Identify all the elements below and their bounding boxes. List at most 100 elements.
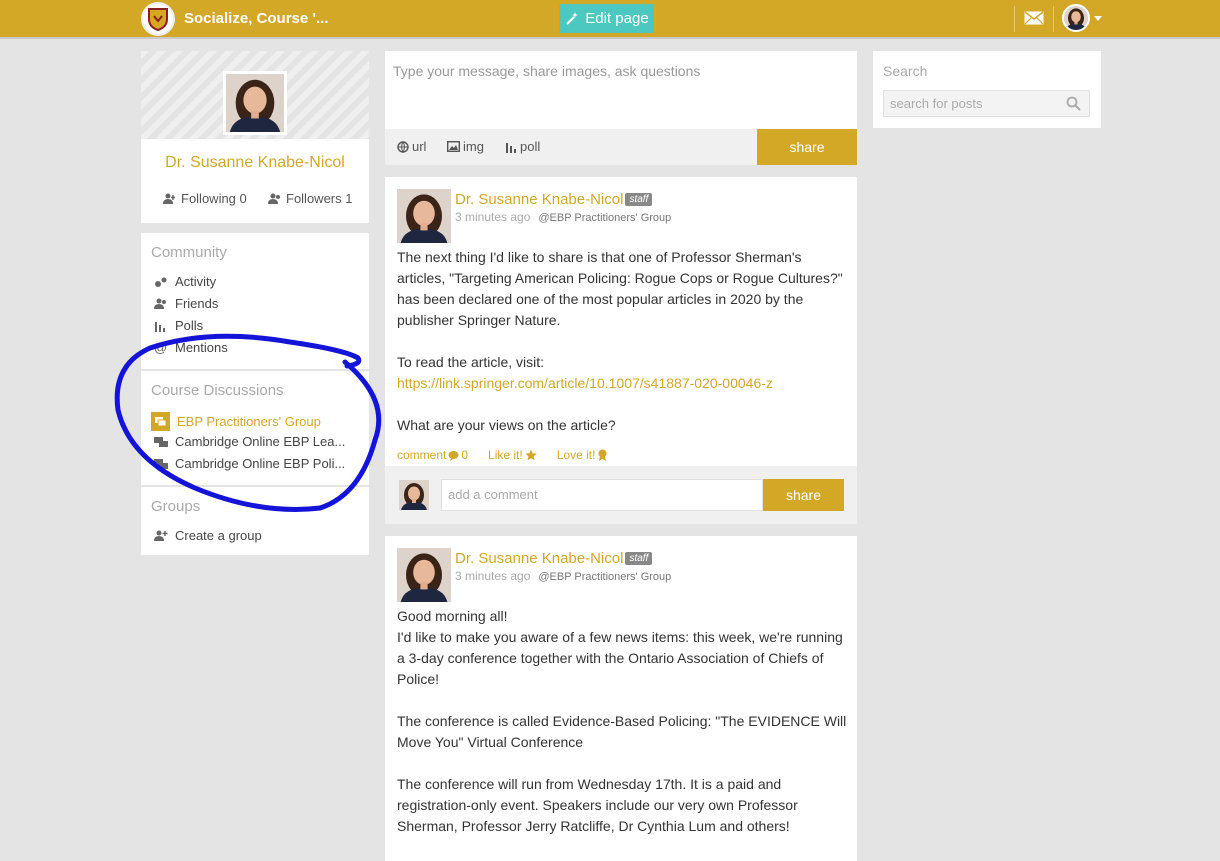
comment-area: add a comment share (385, 466, 857, 524)
search-icon[interactable] (1066, 96, 1081, 111)
site-title[interactable]: Socialize, Course '... (184, 10, 328, 27)
add-user-icon (154, 530, 168, 541)
following-link[interactable]: Following 0 (163, 191, 247, 206)
discussion-ebp-practitioners[interactable]: EBP Practitioners' Group (151, 412, 321, 431)
post-composer: Type your message, share images, ask que… (385, 51, 857, 165)
chat-bubbles-icon (151, 412, 170, 431)
discussion-cambridge-policing[interactable]: Cambridge Online EBP Poli... (154, 456, 345, 471)
user-avatar[interactable] (1062, 4, 1090, 32)
article-link[interactable]: https://link.springer.com/article/10.100… (397, 375, 773, 391)
navigation-card: Community Activity Friends Polls @ Menti… (141, 233, 369, 555)
search-title: Search (883, 63, 928, 79)
staff-badge: staff (625, 193, 653, 206)
post-timestamp: 3 minutes ago (455, 569, 531, 583)
post-group-link[interactable]: @EBP Practitioners' Group (538, 212, 671, 224)
comment-input[interactable]: add a comment (441, 479, 763, 511)
nav-friends-label: Friends (175, 296, 219, 311)
add-image-button[interactable]: img (447, 139, 484, 154)
discussion-cambridge-learning[interactable]: Cambridge Online EBP Lea... (154, 434, 345, 449)
post-actions: comment 0 Like it! Love it! (397, 448, 608, 462)
nav-activity[interactable]: Activity (154, 274, 216, 289)
image-icon (447, 141, 460, 152)
profile-name[interactable]: Dr. Susanne Knabe-Nicol (141, 154, 369, 172)
star-icon (525, 449, 537, 461)
post-meta: 3 minutes ago @EBP Practitioners' Group (455, 569, 671, 583)
add-poll-label: poll (520, 139, 541, 154)
post-paragraph: Good morning all! (397, 608, 508, 624)
composer-toolbar: url img poll share (385, 129, 857, 165)
like-label: Like it! (488, 448, 523, 462)
profile-photo[interactable] (223, 71, 287, 135)
post-author-name[interactable]: Dr. Susanne Knabe-Nicol staff (455, 191, 653, 208)
post-group-link[interactable]: @EBP Practitioners' Group (538, 571, 671, 583)
chat-bubbles-icon (154, 458, 168, 469)
post-author-avatar[interactable] (397, 189, 451, 243)
community-title: Community (151, 244, 227, 261)
chevron-down-icon[interactable] (1094, 16, 1102, 21)
post-paragraph: What are your views on the article? (397, 417, 616, 433)
section-divider (141, 369, 369, 371)
add-url-label: url (412, 139, 427, 154)
add-url-button[interactable]: url (397, 139, 426, 154)
users-icon (268, 193, 280, 204)
post-card: Dr. Susanne Knabe-Nicol staff 3 minutes … (385, 536, 857, 861)
comment-button[interactable]: comment 0 (397, 448, 468, 462)
top-bar-shadow (0, 37, 1220, 39)
discussion-cambridge-policing-label: Cambridge Online EBP Poli... (175, 456, 346, 471)
following-count: Following 0 (181, 191, 247, 206)
followers-count: Followers 1 (286, 191, 353, 206)
users-icon (163, 193, 175, 204)
love-button[interactable]: Love it! (557, 448, 609, 462)
add-poll-button[interactable]: poll (505, 139, 540, 154)
post-body: Good morning all! I'd like to make you a… (397, 606, 849, 837)
globe-icon (397, 140, 409, 153)
comment-icon (448, 450, 459, 461)
comment-count: 0 (461, 448, 469, 462)
nav-friends[interactable]: Friends (154, 296, 218, 311)
post-author-avatar[interactable] (397, 548, 451, 602)
edit-page-button[interactable]: Edit page (559, 4, 654, 33)
add-image-label: img (463, 139, 484, 154)
followers-link[interactable]: Followers 1 (268, 191, 352, 206)
nav-polls-label: Polls (175, 318, 204, 333)
nav-mentions[interactable]: @ Mentions (154, 340, 228, 355)
post-timestamp: 3 minutes ago (455, 210, 531, 224)
gears-icon (155, 277, 167, 287)
nav-activity-label: Activity (175, 274, 217, 289)
post-body: The next thing I'd like to share is that… (397, 247, 849, 436)
commenter-avatar (399, 480, 429, 510)
post-paragraph: I'd like to make you aware of a few news… (397, 629, 843, 687)
comment-share-button[interactable]: share (763, 479, 844, 511)
post-paragraph: The conference is called Evidence-Based … (397, 713, 847, 750)
post-author-label: Dr. Susanne Knabe-Nicol (455, 191, 624, 208)
nav-polls[interactable]: Polls (154, 318, 203, 333)
course-discussions-title: Course Discussions (151, 382, 284, 399)
post-author-label: Dr. Susanne Knabe-Nicol (455, 550, 624, 567)
composer-input[interactable]: Type your message, share images, ask que… (393, 63, 700, 79)
mail-icon[interactable] (1024, 11, 1044, 25)
post-card: Dr. Susanne Knabe-Nicol staff 3 minutes … (385, 177, 857, 524)
like-button[interactable]: Like it! (488, 448, 537, 462)
chat-bubbles-icon (154, 436, 168, 447)
staff-badge: staff (625, 552, 653, 565)
bar-chart-icon (155, 321, 165, 332)
post-meta: 3 minutes ago @EBP Practitioners' Group (455, 210, 671, 224)
love-label: Love it! (556, 448, 596, 462)
site-logo-icon[interactable] (141, 2, 175, 36)
discussion-ebp-practitioners-label: EBP Practitioners' Group (177, 414, 321, 429)
post-author-name[interactable]: Dr. Susanne Knabe-Nicol staff (455, 550, 653, 567)
at-sign-icon: @ (154, 340, 168, 355)
post-paragraph: The next thing I'd like to share is that… (397, 249, 843, 328)
top-separator (1053, 6, 1054, 32)
discussion-cambridge-learning-label: Cambridge Online EBP Lea... (175, 434, 346, 449)
magic-wand-icon (566, 11, 579, 25)
award-icon (598, 449, 607, 461)
search-input[interactable]: search for posts (883, 90, 1090, 117)
top-separator (1014, 6, 1015, 32)
create-group-link[interactable]: Create a group (154, 528, 262, 543)
bar-chart-icon (506, 142, 516, 153)
composer-share-button[interactable]: share (757, 129, 857, 165)
search-card: Search search for posts (873, 51, 1101, 128)
post-paragraph: To read the article, visit: (397, 354, 545, 370)
section-divider (141, 485, 369, 487)
